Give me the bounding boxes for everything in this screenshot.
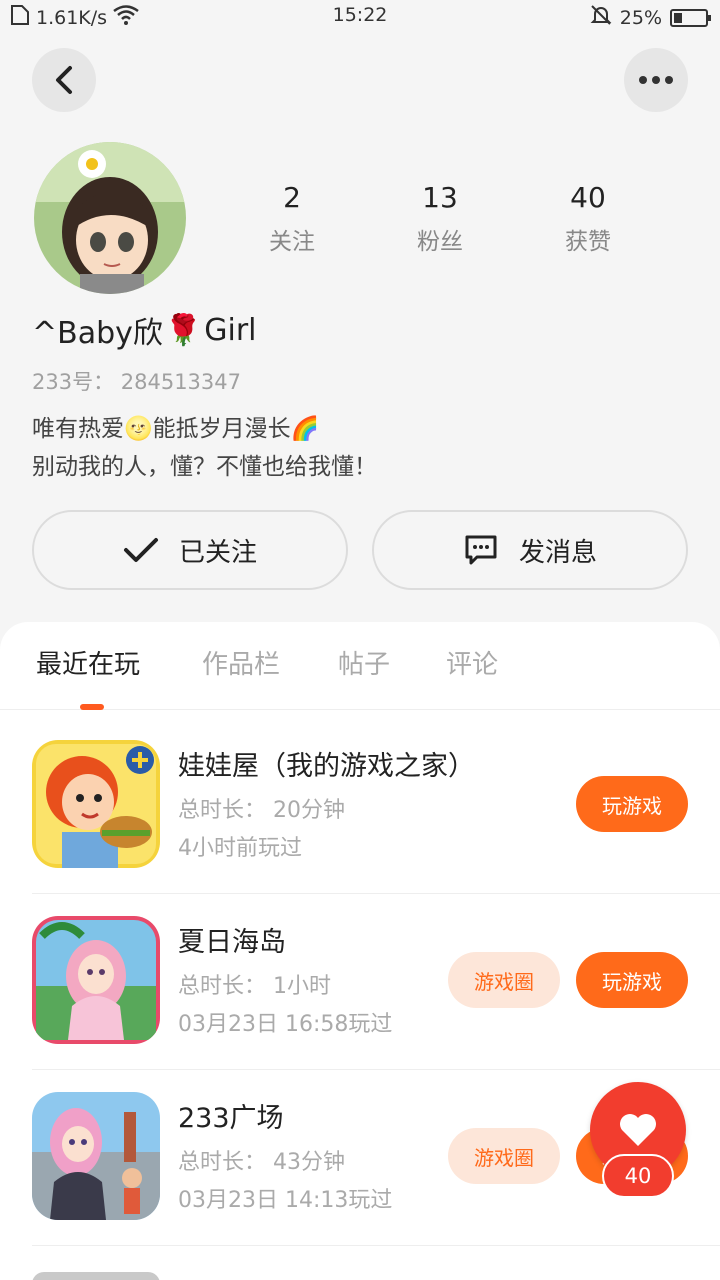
nickname-text-right: Girl: [204, 312, 257, 348]
like-count-badge: 40: [602, 1154, 674, 1198]
bio-line-2: 别动我的人，懂？不懂也给我懂！: [32, 454, 377, 480]
heart-icon: [620, 1114, 656, 1146]
rainbow-emoji: 🌈: [290, 416, 320, 442]
tab-comments[interactable]: 评论: [446, 644, 498, 681]
moon-emoji: 🌝: [124, 416, 153, 442]
stat-likes[interactable]: 40 获赞: [528, 178, 648, 256]
stat-following[interactable]: 2 关注: [232, 178, 352, 256]
more-options-button[interactable]: [624, 48, 688, 112]
nickname: ^Baby欣 🌹 Girl: [32, 308, 257, 352]
stat-likes-label: 获赞: [565, 229, 611, 255]
followed-button[interactable]: 已关注: [32, 510, 348, 590]
stat-fans-count: 13: [422, 181, 458, 214]
game-circle-button[interactable]: 游戏圈: [448, 952, 560, 1008]
back-button[interactable]: [32, 48, 96, 112]
avatar[interactable]: [34, 142, 186, 294]
tab-recently-played[interactable]: 最近在玩: [36, 644, 140, 681]
checkmark-icon: [123, 538, 158, 562]
tab-posts[interactable]: 帖子: [338, 644, 390, 681]
stat-fans-label: 粉丝: [417, 229, 463, 255]
game-total-time: 总时长： 20分钟: [178, 798, 345, 823]
rose-emoji: 🌹: [164, 312, 203, 348]
stat-following-count: 2: [283, 181, 301, 214]
game-icon-summer-island: [32, 916, 160, 1044]
battery-icon: [670, 8, 711, 27]
tab-bar: 最近在玩 作品栏 帖子 评论: [0, 622, 720, 710]
tab-indicator: [80, 704, 104, 710]
chat-bubble-icon: [465, 535, 497, 565]
status-bar: 1.61K/s 15:22 25%: [0, 0, 720, 34]
game-last-played: 03月23日 16:58玩过: [178, 1012, 393, 1037]
stat-likes-count: 40: [570, 181, 606, 214]
send-message-label: 发消息: [518, 537, 597, 568]
next-game-icon-peek: [32, 1272, 160, 1280]
game-icon-233-plaza: [32, 1092, 160, 1220]
game-circle-button[interactable]: 游戏圈: [448, 1128, 560, 1184]
followed-label: 已关注: [178, 537, 257, 568]
nickname-text-left: ^Baby欣: [32, 316, 163, 351]
play-game-button[interactable]: 玩游戏: [576, 952, 688, 1008]
chevron-left-icon: [56, 66, 72, 94]
game-last-played: 03月23日 14:13玩过: [178, 1188, 393, 1213]
game-name: 233广场: [178, 1103, 284, 1134]
game-total-time: 总时长： 43分钟: [178, 1150, 345, 1175]
user-id: 233号： 284513347: [32, 370, 242, 394]
tab-works[interactable]: 作品栏: [202, 644, 280, 681]
bio-line-1: 唯有热爱🌝能抵岁月漫长🌈: [32, 416, 320, 442]
game-total-time: 总时长： 1小时: [178, 974, 331, 999]
game-last-played: 4小时前玩过: [178, 836, 302, 861]
stat-following-label: 关注: [269, 229, 315, 255]
game-name: 娃娃屋（我的游戏之家）: [178, 751, 475, 782]
stat-fans[interactable]: 13 粉丝: [380, 178, 500, 256]
play-game-button[interactable]: 玩游戏: [576, 776, 688, 832]
mute-bell-icon: [590, 4, 612, 31]
game-icon-dollhouse: [32, 740, 160, 868]
game-row[interactable]: 夏日海岛 总时长： 1小时 03月23日 16:58玩过 游戏圈 玩游戏: [32, 894, 720, 1070]
send-message-button[interactable]: 发消息: [372, 510, 688, 590]
game-name: 夏日海岛: [178, 927, 286, 958]
bio: 唯有热爱🌝能抵岁月漫长🌈 别动我的人，懂？不懂也给我懂！: [32, 410, 377, 486]
more-dots-icon: [639, 76, 673, 84]
game-row[interactable]: 娃娃屋（我的游戏之家） 总时长： 20分钟 4小时前玩过 玩游戏: [32, 718, 720, 894]
battery-percent: 25%: [619, 6, 662, 29]
